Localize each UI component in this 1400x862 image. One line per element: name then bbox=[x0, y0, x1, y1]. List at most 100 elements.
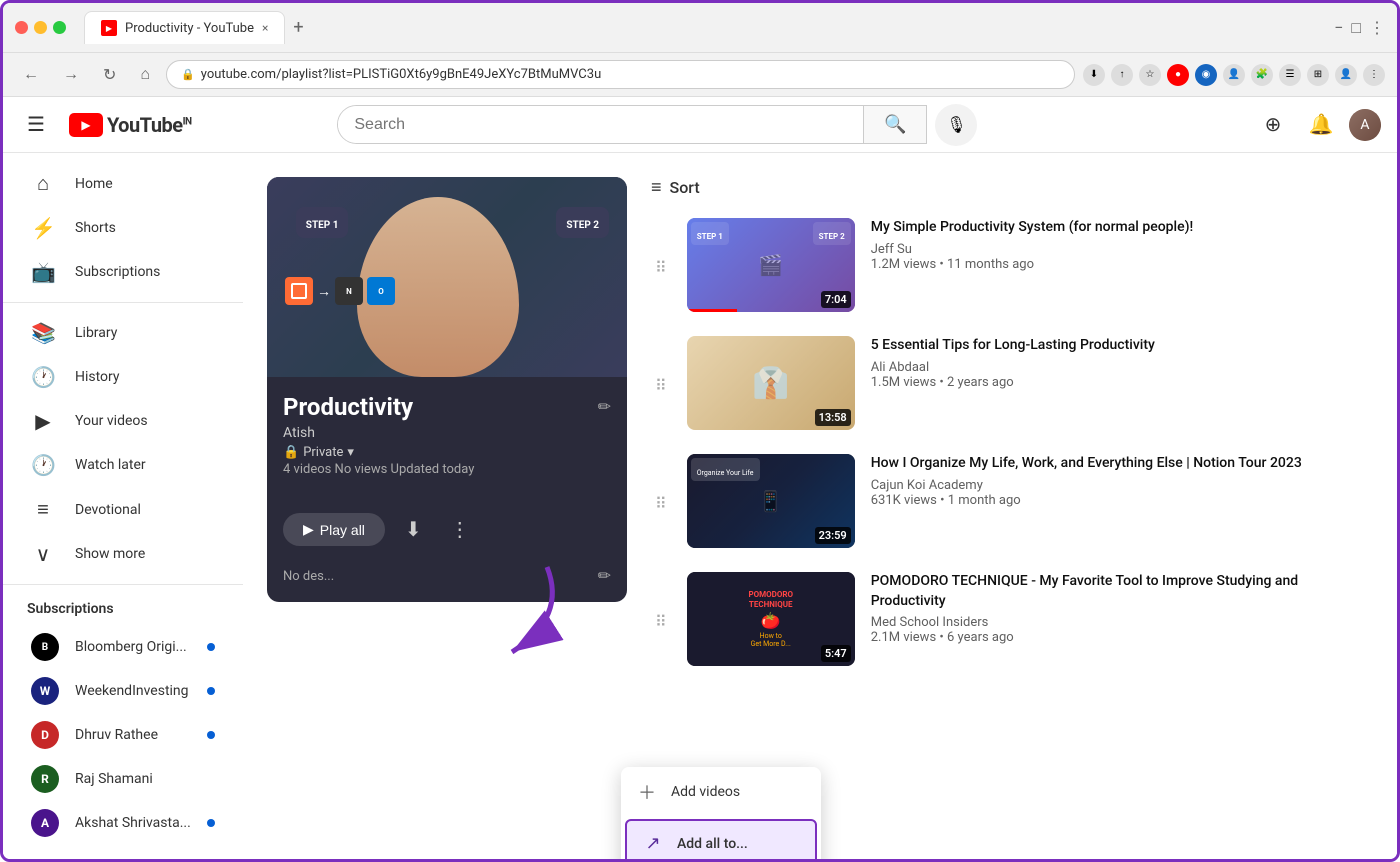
video-thumbnail-4: POMODOROTECHNIQUE 🍅 How toGet More D... … bbox=[687, 572, 855, 666]
sidebar-item-weekendinvesting[interactable]: W WeekendInvesting bbox=[7, 669, 239, 713]
search-button[interactable]: 🔍 bbox=[863, 106, 926, 143]
refresh-button[interactable]: ↻ bbox=[95, 61, 124, 89]
description-edit-button[interactable]: ✏ bbox=[598, 566, 611, 586]
back-button[interactable]: ← bbox=[15, 62, 47, 88]
video-thumbnail-1: STEP 1 STEP 2 🎬 7:04 bbox=[687, 218, 855, 312]
video-item-2[interactable]: ⠿ 👔 13:58 5 Essential Tips for Long-Last… bbox=[651, 332, 1373, 434]
extension-puzzle-icon[interactable]: 🧩 bbox=[1251, 64, 1273, 86]
forward-button[interactable]: → bbox=[55, 62, 87, 88]
playlist-thumbnail: STEP 1 STEP 2 → bbox=[267, 177, 627, 377]
create-button[interactable]: ⊕ bbox=[1253, 105, 1293, 145]
extension-list-icon[interactable]: ☰ bbox=[1279, 64, 1301, 86]
sidebar-label-watch-later: Watch later bbox=[75, 457, 146, 473]
active-tab[interactable]: Productivity - YouTube × bbox=[84, 11, 285, 44]
sidebar-item-raj-shamani[interactable]: R Raj Shamani bbox=[7, 757, 239, 801]
bookmark-icon[interactable]: ☆ bbox=[1139, 64, 1161, 86]
dhruv-avatar: D bbox=[31, 721, 59, 749]
add-videos-icon: ＋ bbox=[637, 779, 657, 805]
sidebar-item-library[interactable]: 📚 Library bbox=[7, 311, 239, 355]
video-title-4: POMODORO TECHNIQUE - My Favorite Tool to… bbox=[871, 572, 1369, 611]
video-stats-3: 631K views • 1 month ago bbox=[871, 493, 1369, 508]
dhruv-label: Dhruv Rathee bbox=[75, 727, 191, 743]
download-playlist-button[interactable]: ⬇ bbox=[397, 509, 430, 550]
sidebar-item-shorts[interactable]: ⚡ Shorts bbox=[7, 206, 239, 250]
user-avatar[interactable]: A bbox=[1349, 109, 1381, 141]
video-item-4[interactable]: ⠿ POMODOROTECHNIQUE 🍅 How toGet More D..… bbox=[651, 568, 1373, 670]
sidebar-item-dhruv-rathee[interactable]: D Dhruv Rathee bbox=[7, 713, 239, 757]
tab-close-button[interactable]: × bbox=[262, 21, 268, 35]
new-tab-button[interactable]: + bbox=[293, 17, 303, 38]
share-icon[interactable]: ↑ bbox=[1111, 64, 1133, 86]
sort-icon: ≡ bbox=[651, 177, 662, 198]
playlist-actions: ▶ Play all ⬇ ⋮ bbox=[267, 509, 627, 566]
video-item-3[interactable]: ⠿ Organize Your Life 📱 23:59 How I Organ… bbox=[651, 450, 1373, 552]
voice-search-button[interactable]: 🎙 bbox=[935, 104, 977, 146]
tab-favicon bbox=[101, 20, 117, 36]
video-progress-1 bbox=[687, 309, 737, 312]
library-icon: 📚 bbox=[31, 321, 55, 345]
more-options-button[interactable]: ⋮ bbox=[442, 509, 478, 550]
extension-red-icon[interactable]: ● bbox=[1167, 64, 1189, 86]
sidebar-item-akshat[interactable]: A Akshat Shrivasta... bbox=[7, 801, 239, 845]
context-menu-add-videos[interactable]: ＋ Add videos bbox=[621, 767, 821, 817]
extension-blue-icon[interactable]: ◉ bbox=[1195, 64, 1217, 86]
sidebar-item-subscriptions[interactable]: 📺 Subscriptions bbox=[7, 250, 239, 294]
window-minimize-icon[interactable]: − bbox=[1334, 18, 1343, 37]
context-menu-add-all-to[interactable]: ↗ Add all to... bbox=[625, 819, 817, 862]
address-bar[interactable]: 🔒 youtube.com/playlist?list=PLISTiG0Xt6y… bbox=[166, 60, 1075, 89]
subscriptions-section-title: Subscriptions bbox=[3, 593, 243, 625]
sidebar-item-home[interactable]: ⌂ Home bbox=[7, 161, 239, 206]
notifications-button[interactable]: 🔔 bbox=[1301, 105, 1341, 145]
reader-mode-icon[interactable]: ⊞ bbox=[1307, 64, 1329, 86]
show-more-icon: ∨ bbox=[31, 542, 55, 566]
sidebar-label-home: Home bbox=[75, 176, 113, 192]
close-traffic-light[interactable] bbox=[15, 21, 28, 34]
sidebar-item-bloomberg[interactable]: B Bloomberg Origi... bbox=[7, 625, 239, 669]
sidebar-item-watch-later[interactable]: 🕐 Watch later bbox=[7, 443, 239, 487]
youtube-body: ⌂ Home ⚡ Shorts 📺 Subscriptions 📚 Librar… bbox=[3, 153, 1397, 862]
video-thumbnail-2: 👔 13:58 bbox=[687, 336, 855, 430]
videos-section: ≡ Sort ⠿ STEP 1 STEP 2 🎬 bbox=[651, 177, 1373, 841]
bloomberg-avatar: B bbox=[31, 633, 59, 661]
dhruv-notification-dot bbox=[207, 731, 215, 739]
playlist-privacy[interactable]: 🔒 Private ▾ bbox=[283, 445, 354, 460]
video-duration-4: 5:47 bbox=[821, 645, 851, 662]
browser-menu-icon[interactable]: ⋮ bbox=[1363, 64, 1385, 86]
sidebar-item-devotional[interactable]: ≡ Devotional bbox=[7, 487, 239, 532]
sidebar-item-show-more[interactable]: ∨ Show more bbox=[7, 532, 239, 576]
minimize-traffic-light[interactable] bbox=[34, 21, 47, 34]
profile-icon[interactable]: 👤 bbox=[1335, 64, 1357, 86]
no-description-text: No des... bbox=[283, 569, 334, 584]
extension-face-icon[interactable]: 👤 bbox=[1223, 64, 1245, 86]
home-button[interactable]: ⌂ bbox=[132, 62, 158, 88]
traffic-lights bbox=[15, 21, 66, 34]
youtube-logo[interactable]: ▶ YouTubeIN bbox=[69, 113, 192, 137]
sidebar-item-your-videos[interactable]: ▶ Your videos bbox=[7, 399, 239, 443]
lock-icon: 🔒 bbox=[181, 68, 195, 81]
video-duration-3: 23:59 bbox=[815, 527, 851, 544]
download-icon[interactable]: ⬇ bbox=[1083, 64, 1105, 86]
add-videos-label: Add videos bbox=[671, 784, 740, 800]
video-channel-2: Ali Abdaal bbox=[871, 360, 1369, 375]
playlist-title-row: Productivity ✏ bbox=[283, 393, 611, 421]
add-all-to-icon: ↗ bbox=[643, 833, 663, 854]
video-item-1[interactable]: ⠿ STEP 1 STEP 2 🎬 7:04 bbox=[651, 214, 1373, 316]
header-actions: ⊕ 🔔 A bbox=[1253, 105, 1381, 145]
video-duration-1: 7:04 bbox=[821, 291, 851, 308]
subscriptions-icon: 📺 bbox=[31, 260, 55, 284]
youtube-header: ☰ ▶ YouTubeIN 🔍 🎙 ⊕ 🔔 A bbox=[3, 97, 1397, 153]
maximize-traffic-light[interactable] bbox=[53, 21, 66, 34]
sidebar-label-library: Library bbox=[75, 325, 117, 341]
sidebar-item-history[interactable]: 🕐 History bbox=[7, 355, 239, 399]
play-all-button[interactable]: ▶ Play all bbox=[283, 513, 385, 546]
raj-label: Raj Shamani bbox=[75, 771, 215, 787]
search-input[interactable] bbox=[338, 106, 863, 143]
browser-titlebar: Productivity - YouTube × + − □ ⋮ bbox=[3, 3, 1397, 53]
video-info-3: How I Organize My Life, Work, and Everyt… bbox=[871, 454, 1369, 508]
playlist-edit-button[interactable]: ✏ bbox=[598, 397, 611, 417]
hamburger-menu-button[interactable]: ☰ bbox=[19, 104, 53, 145]
window-expand-icon[interactable]: □ bbox=[1351, 18, 1361, 38]
drag-handle-3: ⠿ bbox=[655, 454, 667, 513]
window-more-icon[interactable]: ⋮ bbox=[1369, 18, 1385, 37]
playlist-title: Productivity bbox=[283, 393, 413, 421]
